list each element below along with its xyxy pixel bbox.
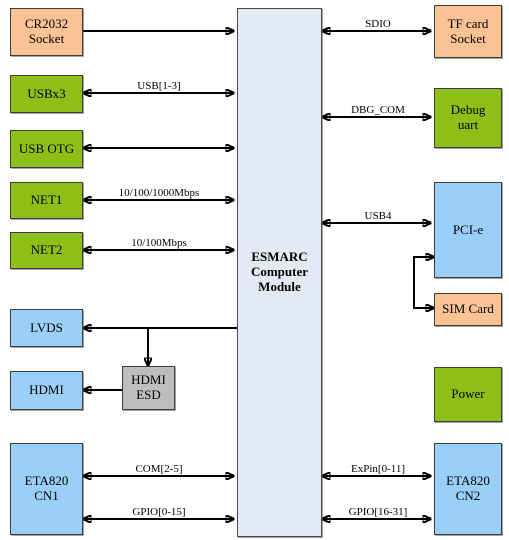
label-net2-speed: 10/100Mbps: [131, 237, 187, 249]
label-expin-0-11: ExPin[0-11]: [351, 463, 405, 475]
label-sdio: SDIO: [365, 18, 391, 30]
block-debug-uart[interactable]: Debug uart: [434, 88, 502, 148]
label-com-2-5: COM[2-5]: [135, 463, 183, 475]
block-usb-otg[interactable]: USB OTG: [10, 130, 83, 168]
block-pci-e[interactable]: PCI-e: [434, 182, 502, 278]
label-gpio-0-15: GPIO[0-15]: [132, 506, 186, 518]
wire-pcie-sim-branch: [413, 256, 432, 309]
esmarc-computer-module[interactable]: ESMARC Computer Module: [237, 8, 322, 537]
block-usbx3[interactable]: USBx3: [10, 75, 83, 113]
block-lvds[interactable]: LVDS: [10, 309, 83, 347]
block-tf-card-socket[interactable]: TF card Socket: [434, 5, 502, 58]
block-hdmi-esd[interactable]: HDMI ESD: [122, 366, 175, 410]
block-eta820-cn2[interactable]: ETA820 CN2: [434, 443, 502, 535]
label-usb4: USB4: [364, 210, 392, 222]
block-net2[interactable]: NET2: [10, 232, 83, 269]
block-sim-card[interactable]: SIM Card: [434, 293, 502, 326]
label-net1-speed: 10/100/1000Mbps: [118, 187, 200, 199]
label-gpio-16-31: GPIO[16-31]: [348, 506, 408, 518]
label-dbg-com: DBG_COM: [351, 104, 405, 116]
block-hdmi[interactable]: HDMI: [10, 371, 83, 410]
block-power[interactable]: Power: [434, 367, 502, 422]
label-usb-1-3: USB[1-3]: [137, 80, 181, 92]
block-cr2032-socket[interactable]: CR2032 Socket: [10, 8, 83, 56]
block-eta820-cn1[interactable]: ETA820 CN1: [10, 443, 83, 535]
block-net1[interactable]: NET1: [10, 182, 83, 219]
block-diagram: ESMARC Computer Module CR2032 Socket USB…: [0, 0, 509, 540]
